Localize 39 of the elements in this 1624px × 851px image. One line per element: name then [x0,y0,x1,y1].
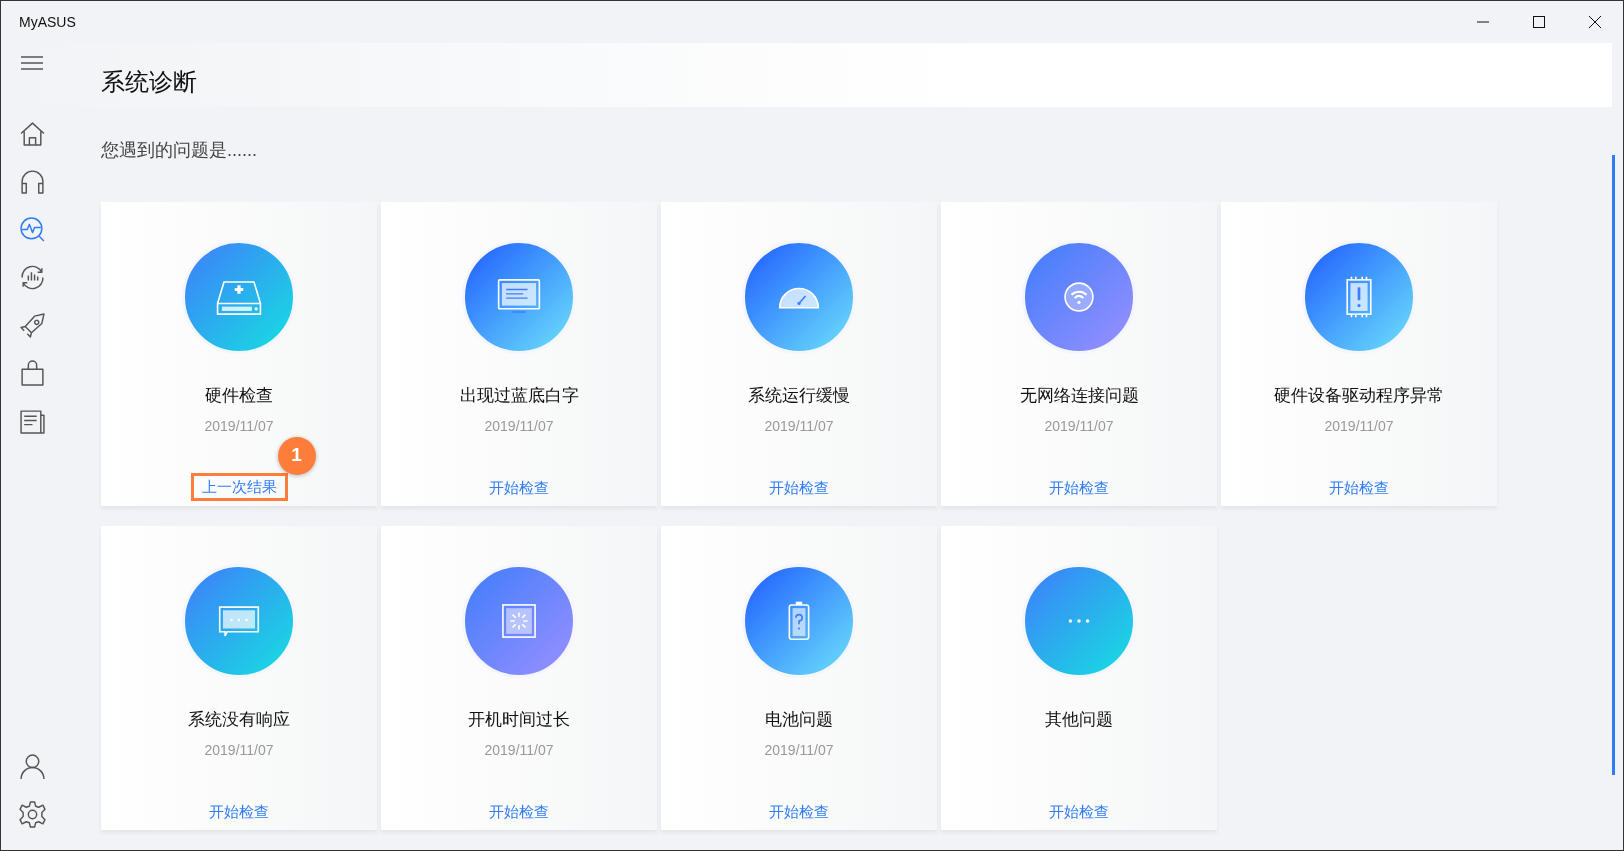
check-link[interactable]: 开始检查 [1041,474,1117,501]
page-title: 系统诊断 [101,67,197,97]
problem-card[interactable]: 系统运行缓慢 2019/11/07 开始检查 [661,202,937,506]
problem-card[interactable]: 其他问题 开始检查 [941,526,1217,830]
card-title: 系统没有响应 [188,710,290,731]
card-date: 2019/11/07 [1044,417,1114,437]
problem-card[interactable]: 开机时间过长 2019/11/07 开始检查 [381,526,657,830]
problem-card[interactable]: 无网络连接问题 2019/11/07 开始检查 [941,202,1217,506]
callout-badge: 1 [277,436,316,475]
card-date: 2019/11/07 [204,417,274,437]
window-title: MyASUS [18,12,76,32]
card-title: 出现过蓝底白字 [459,386,579,407]
check-link[interactable]: 开始检查 [761,474,837,501]
card-date: 2019/11/07 [764,417,834,437]
question-prompt: 您遇到的问题是...... [101,139,258,162]
check-link[interactable]: 开始检查 [481,474,557,501]
card-date: 2019/11/07 [484,417,554,437]
card-title: 硬件检查 [205,386,273,407]
card-title: 硬件设备驱动程序异常 [1274,386,1444,407]
check-link[interactable]: 开始检查 [761,798,837,825]
card-date: 2019/11/07 [204,741,274,761]
card-title: 无网络连接问题 [1019,386,1139,407]
check-link[interactable]: 开始检查 [1321,474,1397,501]
card-title: 电池问题 [765,710,833,731]
card-date: 2019/11/07 [1324,417,1394,437]
card-date: 2019/11/07 [484,741,554,761]
problem-card[interactable]: 出现过蓝底白字 2019/11/07 开始检查 [381,202,657,506]
check-link[interactable]: 开始检查 [201,798,277,825]
card-title: 其他问题 [1045,710,1113,731]
check-link[interactable]: 开始检查 [481,798,557,825]
problem-card[interactable]: 硬件检查 2019/11/07 上一次结果 1 [101,202,377,506]
card-date: 2019/11/07 [764,741,834,761]
card-title: 开机时间过长 [468,710,570,731]
problem-card[interactable]: 电池问题 2019/11/07 开始检查 [661,526,937,830]
check-link[interactable]: 开始检查 [1041,798,1117,825]
card-title: 系统运行缓慢 [748,386,850,407]
problem-card[interactable]: 硬件设备驱动程序异常 2019/11/07 开始检查 [1221,202,1497,506]
check-link[interactable]: 上一次结果 [190,472,288,501]
problem-card[interactable]: 系统没有响应 2019/11/07 开始检查 [101,526,377,830]
